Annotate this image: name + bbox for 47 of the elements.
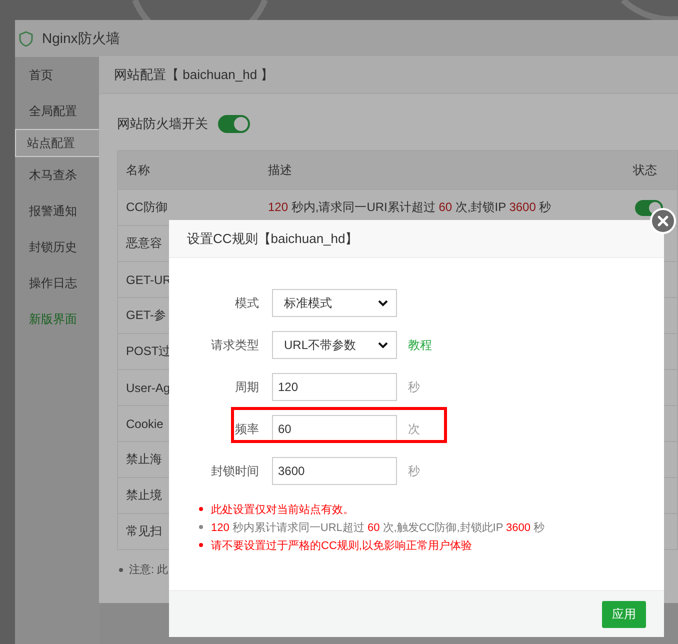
table-cell-text: 120 秒内,请求同一URI累计超过 60 次,封锁IP 3600 秒 [268, 199, 552, 216]
select-field[interactable]: 标准模式 [272, 289, 397, 317]
sidebar-item[interactable]: 操作日志 [15, 265, 100, 301]
chevron-down-icon [378, 342, 388, 348]
unit-label: 秒 [408, 378, 420, 396]
table-cell: 禁止海 [126, 452, 162, 466]
field-label: 封锁时间 [210, 462, 260, 480]
field-label: 模式 [234, 294, 260, 312]
table-cell: User-Ag [126, 380, 170, 394]
table-cell: 恶意容 [126, 236, 162, 250]
sidebar-item[interactable]: 首页 [15, 57, 100, 93]
input-field[interactable]: 3600 [272, 457, 397, 485]
window-title: Nginx防火墙 [42, 30, 120, 48]
column-header: 描述 [268, 162, 293, 178]
sidebar-item[interactable]: 报警通知 [15, 193, 100, 229]
toggle-switch[interactable] [218, 115, 250, 133]
sidebar-item[interactable]: 封锁历史 [15, 229, 100, 265]
column-header: 状态 [633, 162, 657, 178]
note-text: 请不要设置过于严格的CC规则,以免影响正常用户体验 [211, 538, 472, 552]
dialog-title: 网站配置【 baichuan_hd 】 [114, 67, 274, 82]
apply-button[interactable]: 应用 [602, 600, 646, 628]
note-text: 此处设置仅对当前站点有效。 [211, 502, 354, 516]
chevron-down-icon [378, 300, 388, 306]
gauge-drawing [618, 0, 678, 20]
column-header: 名称 [125, 162, 151, 178]
table-cell: POST过 [126, 344, 171, 358]
shield-icon [18, 30, 34, 46]
field-label: 周期 [234, 378, 260, 396]
table-cell: 常见扫 [126, 524, 162, 538]
table-cell: CC防御 [126, 200, 168, 214]
table-cell: 禁止境 [126, 488, 162, 502]
close-icon [657, 215, 669, 227]
unit-label: 次 [408, 420, 420, 438]
select-field[interactable]: URL不带参数 [272, 331, 397, 359]
unit-label: 秒 [408, 462, 420, 480]
sidebar-item[interactable]: 新版界面 [15, 301, 100, 337]
table-cell: GET-参 [126, 308, 166, 322]
input-field[interactable]: 120 [272, 373, 397, 401]
table-cell: Cookie [126, 416, 164, 430]
note-text: 注意: 此 [129, 562, 168, 577]
sidebar-item[interactable]: 木马查杀 [15, 157, 100, 193]
sidebar-item[interactable]: 全局配置 [15, 93, 100, 129]
dialog-title: 设置CC规则【baichuan_hd】 [187, 231, 358, 246]
note-text: 120 秒内累计请求同一URL超过 60 次,触发CC防御,封锁此IP 3600 秒 [211, 520, 545, 534]
field-label: 请求类型 [210, 336, 260, 354]
field-label: 频率 [234, 420, 260, 438]
tutorial-link[interactable]: 教程 [408, 336, 432, 354]
